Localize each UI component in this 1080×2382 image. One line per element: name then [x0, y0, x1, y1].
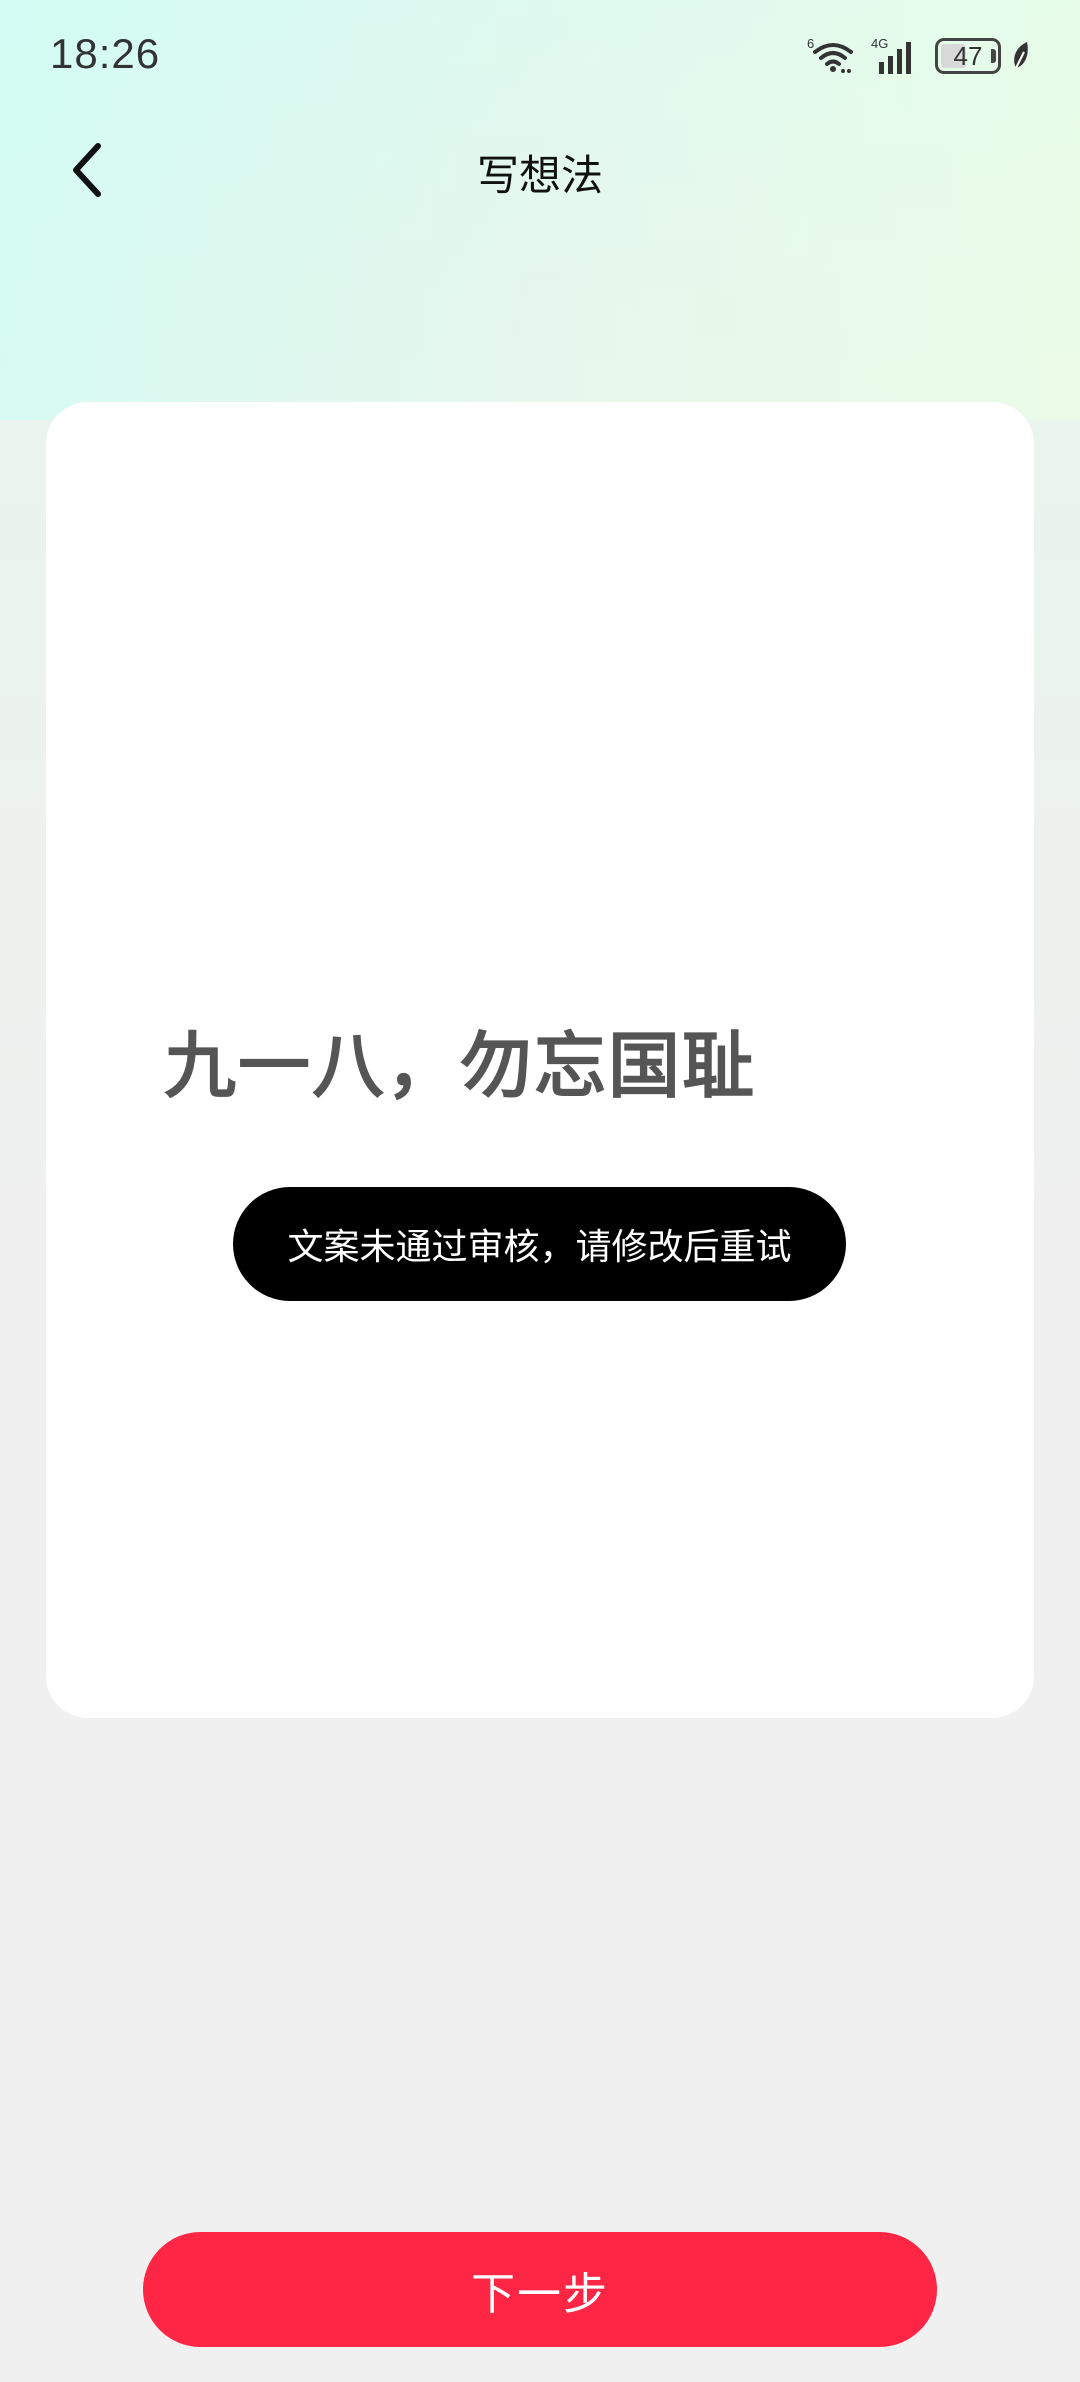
- nav-bar: 写想法: [0, 120, 1080, 220]
- status-bar: 18:26 6 4G 47: [0, 0, 1080, 112]
- wifi-label: 6: [807, 36, 814, 51]
- page-title: 写想法: [476, 151, 603, 200]
- network-label: 4G: [871, 36, 888, 51]
- status-icons: 6 4G 47: [805, 34, 1032, 78]
- battery-body: 47: [935, 38, 1001, 74]
- leaf-icon: [1014, 42, 1028, 69]
- battery-icon: 47: [935, 38, 1001, 74]
- cellular-signal-icon: 4G: [871, 36, 911, 74]
- review-failed-toast: 文案未通过审核，请修改后重试: [233, 1187, 846, 1301]
- thought-content-text[interactable]: 九一八，勿忘国耻: [164, 1007, 756, 1112]
- battery-level: 47: [953, 40, 983, 71]
- status-time: 18:26: [50, 30, 161, 77]
- thought-card[interactable]: 九一八，勿忘国耻: [46, 402, 1034, 1718]
- wifi-icon: 6: [807, 36, 853, 73]
- next-step-button[interactable]: 下一步: [143, 2232, 937, 2347]
